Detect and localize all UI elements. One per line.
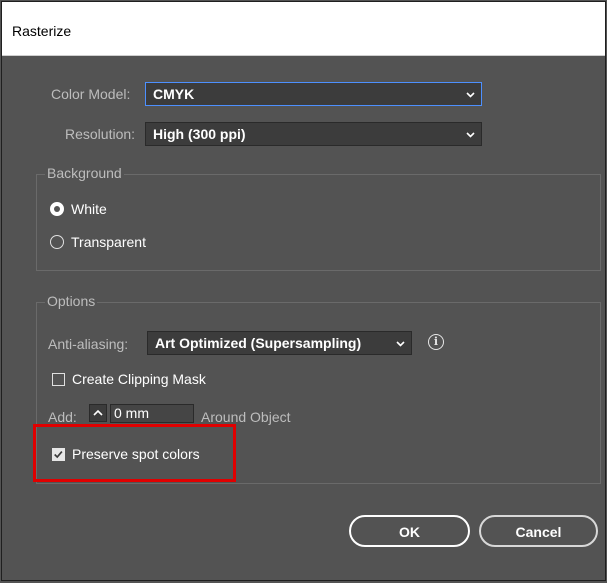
chevron-down-icon [396, 341, 405, 347]
chevron-down-icon [466, 92, 475, 98]
add-stepper[interactable] [89, 404, 107, 422]
add-amount-field[interactable]: 0 mm [110, 404, 194, 423]
transparent-radio[interactable] [50, 235, 64, 249]
color-model-value: CMYK [153, 86, 195, 102]
clipping-mask-label[interactable]: Create Clipping Mask [72, 371, 206, 387]
around-object-label: Around Object [201, 409, 291, 425]
resolution-value: High (300 ppi) [153, 126, 246, 142]
transparent-radio-label[interactable]: Transparent [71, 234, 146, 250]
annotation-highlight-box [33, 424, 236, 482]
resolution-label: Resolution: [65, 126, 136, 142]
ok-button[interactable]: OK [349, 515, 470, 547]
resolution-select[interactable]: High (300 ppi) [145, 122, 482, 146]
background-legend: Background [45, 165, 124, 181]
background-group [36, 174, 601, 271]
options-legend: Options [45, 293, 98, 309]
cancel-button[interactable]: Cancel [479, 515, 598, 547]
dialog-title: Rasterize [12, 23, 72, 39]
chevron-down-icon [466, 132, 475, 138]
anti-aliasing-label: Anti-aliasing: [48, 336, 129, 352]
white-radio[interactable] [50, 202, 64, 216]
title-bar: Rasterize [2, 2, 605, 56]
info-icon-glyph: i [433, 335, 439, 348]
chevron-up-icon [93, 409, 103, 416]
info-icon[interactable]: i [428, 334, 444, 350]
color-model-label: Color Model: [51, 86, 131, 102]
white-radio-label[interactable]: White [71, 201, 107, 217]
anti-aliasing-value: Art Optimized (Supersampling) [155, 335, 362, 351]
add-label: Add: [48, 409, 77, 425]
clipping-mask-checkbox[interactable] [52, 373, 65, 386]
color-model-select[interactable]: CMYK [145, 82, 482, 106]
anti-aliasing-select[interactable]: Art Optimized (Supersampling) [147, 331, 412, 355]
rasterize-dialog: Rasterize Color Model: CMYK Resolution: … [1, 1, 606, 581]
